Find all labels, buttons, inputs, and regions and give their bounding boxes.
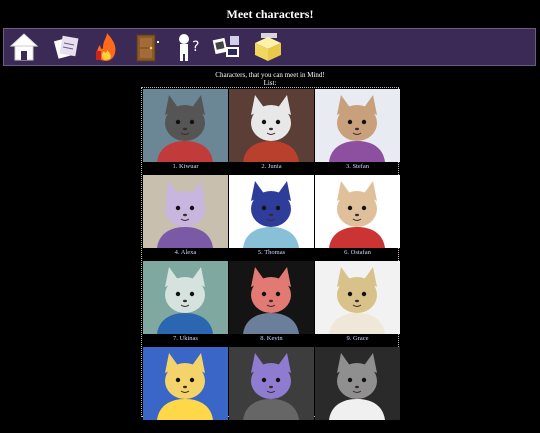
character-portrait[interactable] — [315, 175, 400, 248]
character-card[interactable] — [143, 347, 228, 433]
character-portrait[interactable] — [143, 261, 228, 334]
character-name[interactable]: 1. Kiwuar — [143, 163, 228, 173]
character-portrait[interactable] — [315, 261, 400, 334]
intro-line: Characters, that you can meet in Mind! — [215, 71, 325, 79]
character-card[interactable] — [315, 347, 400, 433]
character-card[interactable]: 1. Kiwuar — [143, 89, 228, 175]
svg-text:?: ? — [192, 39, 199, 55]
character-card[interactable]: 9. Grace — [315, 261, 400, 347]
home-icon[interactable] — [8, 31, 40, 63]
character-grid: 1. Kiwuar 2. Junia 3. Stefan 4. Alexa 5. Tho… — [141, 87, 400, 420]
character-name[interactable]: 8. Kevin — [229, 335, 314, 345]
character-name[interactable] — [143, 421, 228, 431]
character-portrait[interactable] — [143, 175, 228, 248]
character-portrait[interactable] — [315, 89, 400, 162]
character-card[interactable]: 6. Ostafan — [315, 175, 400, 261]
intro-text: Characters, that you can meet in Mind! L… — [0, 71, 540, 87]
character-name[interactable] — [229, 421, 314, 431]
character-name[interactable]: 6. Ostafan — [315, 249, 400, 259]
character-portrait[interactable] — [229, 175, 314, 248]
photos-icon[interactable] — [211, 31, 243, 63]
box-icon[interactable] — [252, 31, 284, 63]
nav-bar: ? — [3, 28, 536, 66]
character-portrait[interactable] — [143, 89, 228, 162]
character-card[interactable] — [229, 347, 314, 433]
character-portrait[interactable] — [229, 347, 314, 420]
character-name[interactable]: 5. Thomas — [229, 249, 314, 259]
character-card[interactable]: 5. Thomas — [229, 175, 314, 261]
page-title: Meet characters! — [226, 7, 314, 21]
character-portrait[interactable] — [315, 347, 400, 420]
character-card[interactable]: 4. Alexa — [143, 175, 228, 261]
character-name[interactable]: 4. Alexa — [143, 249, 228, 259]
door-icon[interactable] — [132, 31, 164, 63]
character-card[interactable]: 2. Junia — [229, 89, 314, 175]
papers-icon[interactable] — [50, 31, 82, 63]
character-portrait[interactable] — [143, 347, 228, 420]
character-name[interactable]: 7. Ukinas — [143, 335, 228, 345]
character-portrait[interactable] — [229, 261, 314, 334]
character-card[interactable]: 3. Stefan — [315, 89, 400, 175]
character-portrait[interactable] — [229, 89, 314, 162]
question-character-icon[interactable]: ? — [172, 31, 204, 63]
character-card[interactable]: 8. Kevin — [229, 261, 314, 347]
character-card[interactable]: 7. Ukinas — [143, 261, 228, 347]
character-name[interactable]: 3. Stefan — [315, 163, 400, 173]
fire-icon[interactable] — [90, 31, 122, 63]
character-name[interactable] — [315, 421, 400, 431]
character-name[interactable]: 2. Junia — [229, 163, 314, 173]
character-name[interactable]: 9. Grace — [315, 335, 400, 345]
list-label: List: — [263, 79, 277, 87]
